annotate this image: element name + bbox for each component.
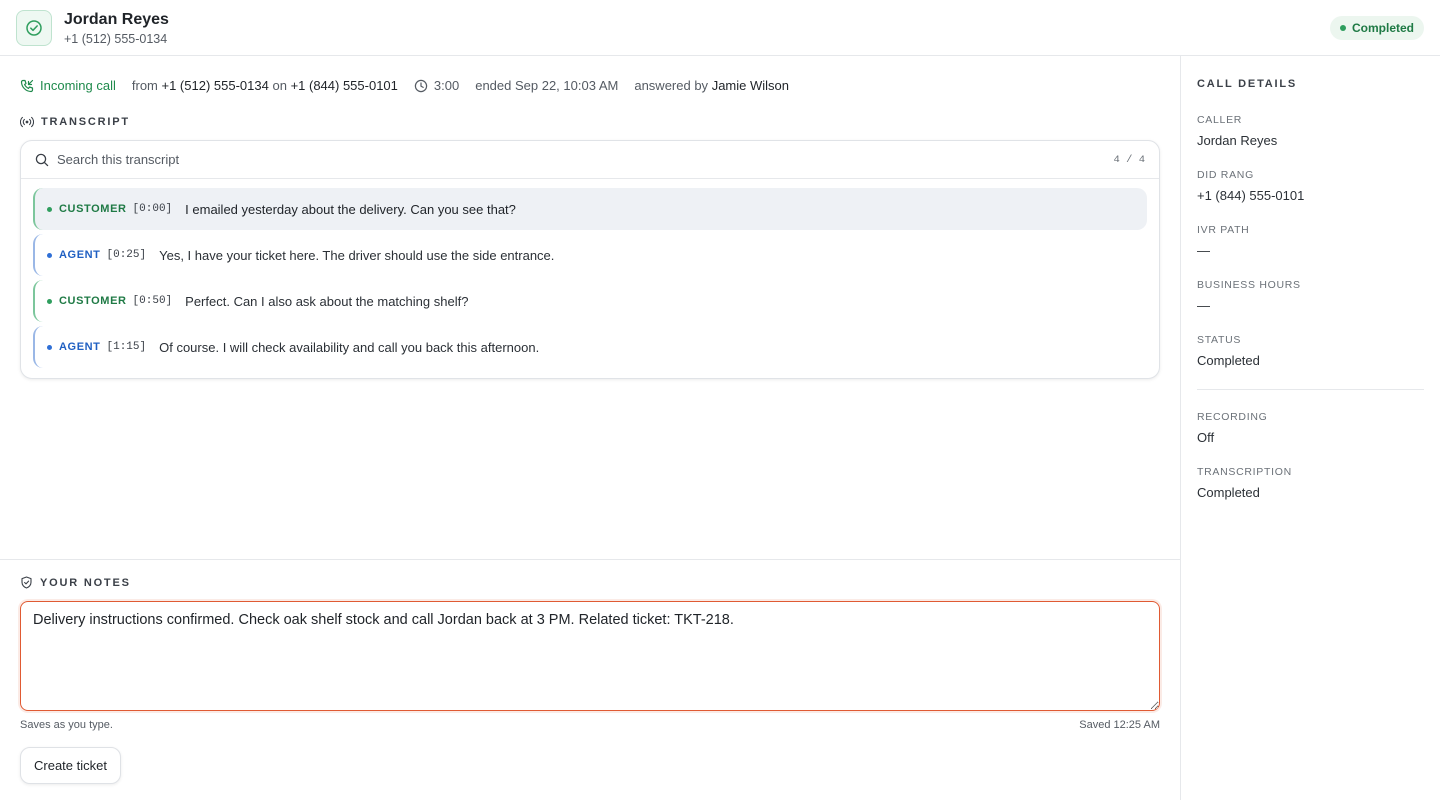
transcript-message[interactable]: CUSTOMER [0:00] I emailed yesterday abou… bbox=[33, 188, 1147, 230]
speaker-role: AGENT bbox=[59, 249, 101, 261]
status-dot bbox=[1339, 25, 1346, 31]
detail-label: STATUS bbox=[1197, 334, 1242, 346]
clock-icon bbox=[414, 79, 428, 92]
detail-ivr-path: IVR PATH — bbox=[1197, 224, 1424, 258]
detail-value: — bbox=[1197, 243, 1210, 258]
detail-label: CALLER bbox=[1197, 114, 1243, 126]
call-direction-label: Incoming call bbox=[40, 78, 116, 93]
from-prefix: from bbox=[131, 78, 158, 93]
detail-caller: CALLER Jordan Reyes bbox=[1197, 114, 1424, 148]
transcript-panel: 4 / 4 CUSTOMER [0:00] I emailed yesterda… bbox=[20, 140, 1160, 379]
detail-label: BUSINESS HOURS bbox=[1197, 279, 1301, 291]
detail-value: Off bbox=[1197, 430, 1215, 445]
broadcast-icon bbox=[20, 116, 34, 128]
detail-value: — bbox=[1197, 298, 1210, 313]
detail-label: DID RANG bbox=[1197, 169, 1254, 181]
notes-saved-time: Saved 12:25 AM bbox=[1079, 719, 1160, 731]
speaker-dot bbox=[47, 344, 52, 350]
phone-incoming-icon bbox=[20, 79, 34, 92]
speaker-role: AGENT bbox=[59, 341, 101, 353]
caller-summary: Jordan Reyes +1 (512) 555-0134 bbox=[64, 10, 169, 46]
message-text: Perfect. Can I also ask about the matchi… bbox=[185, 293, 469, 309]
call-duration: 3:00 bbox=[414, 78, 459, 93]
speaker-dot bbox=[47, 252, 52, 258]
caller-name: Jordan Reyes bbox=[64, 10, 169, 28]
duration-value: 3:00 bbox=[433, 78, 460, 93]
detail-label: IVR PATH bbox=[1197, 224, 1250, 236]
ended-time: ended Sep 22, 10:03 AM bbox=[475, 78, 619, 93]
on-word: on bbox=[272, 78, 287, 93]
detail-status: STATUS Completed bbox=[1197, 334, 1424, 368]
notes-textarea[interactable]: Delivery instructions confirmed. Check o… bbox=[20, 601, 1160, 711]
detail-value: Jordan Reyes bbox=[1197, 133, 1278, 148]
shield-check-icon bbox=[21, 576, 32, 589]
from-number: +1 (512) 555-0134 bbox=[161, 78, 269, 93]
message-text: Yes, I have your ticket here. The driver… bbox=[159, 247, 555, 263]
message-text: I emailed yesterday about the delivery. … bbox=[185, 201, 516, 217]
detail-value: Completed bbox=[1197, 485, 1260, 500]
search-icon bbox=[35, 153, 49, 166]
notes-autosave-hint: Saves as you type. bbox=[20, 719, 113, 731]
notes-section: YOUR NOTES Delivery instructions confirm… bbox=[0, 559, 1180, 800]
main-panel: Incoming call from +1 (512) 555-0134 on … bbox=[0, 56, 1181, 800]
search-match-count: 4 / 4 bbox=[1113, 153, 1145, 166]
detail-value: +1 (844) 555-0101 bbox=[1197, 188, 1305, 203]
speaker-role: CUSTOMER bbox=[59, 203, 127, 215]
message-text: Of course. I will check availability and… bbox=[159, 339, 540, 355]
call-details-panel: CALL DETAILS CALLER Jordan Reyes DID RAN… bbox=[1181, 56, 1440, 800]
detail-business-hours: BUSINESS HOURS — bbox=[1197, 279, 1424, 313]
notes-heading: YOUR NOTES bbox=[20, 576, 131, 589]
details-divider bbox=[1197, 389, 1424, 390]
answered-by: Jamie Wilson bbox=[711, 78, 789, 93]
caller-phone: +1 (512) 555-0134 bbox=[64, 31, 168, 46]
to-number: +1 (844) 555-0101 bbox=[290, 78, 398, 93]
answered-prefix: answered by bbox=[634, 78, 709, 93]
transcript-heading: TRANSCRIPT bbox=[20, 116, 130, 128]
detail-label: RECORDING bbox=[1197, 411, 1268, 423]
transcript-search: 4 / 4 bbox=[21, 141, 1159, 179]
detail-did-rang: DID RANG +1 (844) 555-0101 bbox=[1197, 169, 1424, 203]
message-timestamp[interactable]: [0:50] bbox=[133, 295, 173, 307]
status-badge: Completed bbox=[1329, 16, 1424, 40]
detail-recording: RECORDING Off bbox=[1197, 411, 1424, 445]
message-timestamp[interactable]: [1:15] bbox=[107, 341, 147, 353]
transcript-message[interactable]: AGENT [0:25] Yes, I have your ticket her… bbox=[33, 234, 1147, 276]
transcript-heading-label: TRANSCRIPT bbox=[41, 116, 130, 128]
create-ticket-button[interactable]: Create ticket bbox=[20, 747, 121, 784]
transcript-search-input[interactable] bbox=[57, 152, 1114, 167]
message-timestamp[interactable]: [0:00] bbox=[133, 203, 173, 215]
transcript-message[interactable]: CUSTOMER [0:50] Perfect. Can I also ask … bbox=[33, 280, 1147, 322]
detail-label: TRANSCRIPTION bbox=[1197, 466, 1292, 478]
transcript-message[interactable]: AGENT [1:15] Of course. I will check ava… bbox=[33, 326, 1147, 368]
call-details-title: CALL DETAILS bbox=[1197, 78, 1298, 90]
call-direction: Incoming call bbox=[20, 78, 116, 93]
message-timestamp[interactable]: [0:25] bbox=[107, 249, 147, 261]
status-badge-label: Completed bbox=[1351, 21, 1414, 35]
detail-value: Completed bbox=[1197, 353, 1260, 368]
check-circle-icon bbox=[16, 9, 52, 46]
speaker-role: CUSTOMER bbox=[59, 295, 127, 307]
call-header: Jordan Reyes +1 (512) 555-0134 Completed bbox=[0, 0, 1440, 56]
detail-transcription: TRANSCRIPTION Completed bbox=[1197, 466, 1424, 500]
speaker-dot bbox=[47, 206, 52, 212]
speaker-dot bbox=[47, 298, 52, 304]
notes-heading-label: YOUR NOTES bbox=[40, 576, 131, 589]
call-meta: Incoming call from +1 (512) 555-0134 on … bbox=[20, 78, 789, 93]
